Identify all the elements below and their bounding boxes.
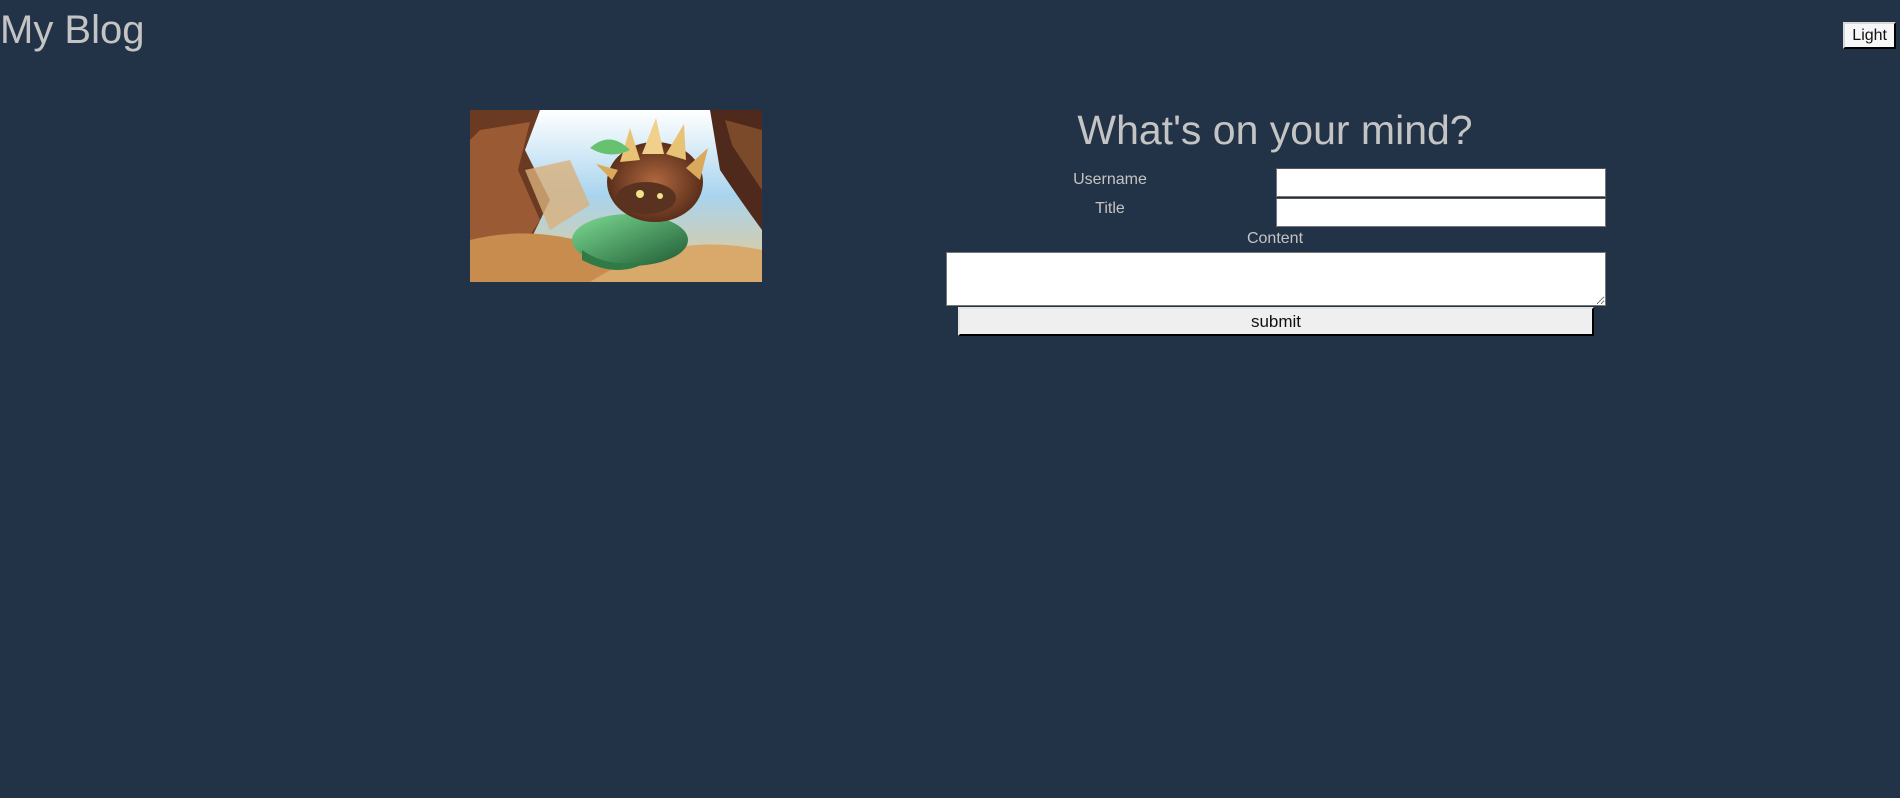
username-input[interactable] bbox=[1276, 168, 1606, 197]
title-label: Title bbox=[1095, 200, 1125, 217]
form-heading: What's on your mind? bbox=[1077, 107, 1473, 153]
title-input[interactable] bbox=[1276, 198, 1606, 227]
site-title: My Blog bbox=[0, 8, 145, 52]
content-label: Content bbox=[1246, 230, 1304, 247]
username-label: Username bbox=[1073, 171, 1147, 188]
content-textarea[interactable] bbox=[946, 252, 1606, 306]
hero-image bbox=[470, 110, 762, 282]
submit-button[interactable]: submit bbox=[958, 307, 1594, 336]
theme-toggle-button[interactable]: Light bbox=[1843, 22, 1896, 49]
page: My Blog Light What's on your mind? Usern… bbox=[0, 0, 1900, 798]
